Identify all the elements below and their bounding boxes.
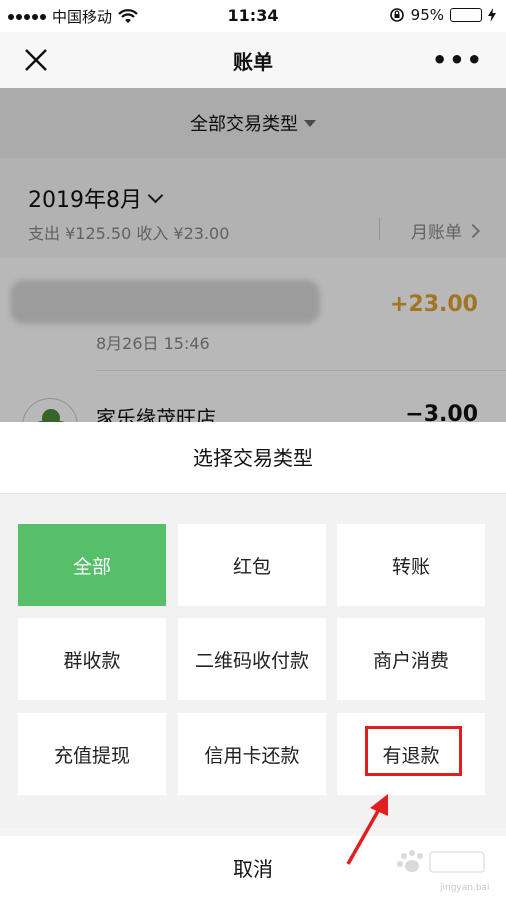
battery-percent: 95% xyxy=(410,6,444,24)
svg-text:jingyan.baidu.com: jingyan.baidu.com xyxy=(439,883,490,893)
nav-bar: 账单 ••• xyxy=(0,32,506,88)
status-bar: 中国移动 11:34 95% xyxy=(0,0,506,32)
option-merchant-purchase[interactable]: 商户消费 xyxy=(337,618,485,700)
option-all[interactable]: 全部 xyxy=(18,524,166,606)
page-title: 账单 xyxy=(233,50,273,74)
option-transfer[interactable]: 转账 xyxy=(337,524,485,606)
annotation-highlight-box xyxy=(365,726,462,776)
charging-icon xyxy=(488,8,496,22)
more-icon[interactable]: ••• xyxy=(432,46,484,74)
battery-icon xyxy=(450,8,482,22)
transaction-type-sheet: 选择交易类型 全部 红包 转账 群收款 二维码收付款 商户消费 充值提现 信用卡… xyxy=(0,422,506,904)
type-options-grid: 全部 红包 转账 群收款 二维码收付款 商户消费 充值提现 信用卡还款 有退款 xyxy=(0,494,506,828)
sheet-title: 选择交易类型 xyxy=(0,422,506,494)
orientation-lock-icon xyxy=(389,8,404,22)
option-topup-withdraw[interactable]: 充值提现 xyxy=(18,713,166,795)
status-right: 95% xyxy=(389,6,496,24)
baidu-jingyan-watermark-logo: jingyan.baidu.com xyxy=(397,850,490,893)
option-group-collection[interactable]: 群收款 xyxy=(18,618,166,700)
option-red-packet[interactable]: 红包 xyxy=(178,524,326,606)
option-credit-card-repay[interactable]: 信用卡还款 xyxy=(178,713,326,795)
option-qr-payment[interactable]: 二维码收付款 xyxy=(178,618,326,700)
